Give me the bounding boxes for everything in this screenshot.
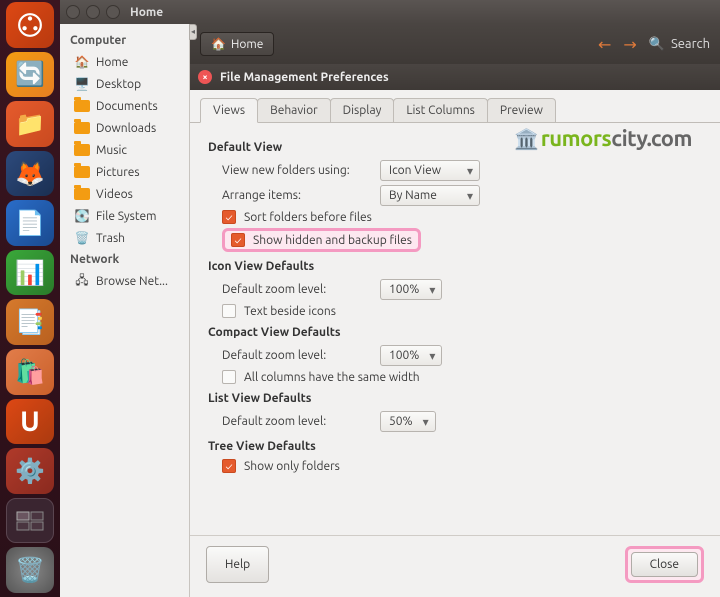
label-list-zoom: Default zoom level:: [222, 415, 372, 428]
label-view-new-folders: View new folders using:: [222, 164, 372, 177]
files-icon[interactable]: 📁: [6, 101, 54, 147]
settings-icon[interactable]: ⚙️: [6, 448, 54, 494]
label-show-only-folders: Show only folders: [244, 460, 340, 473]
sidebar-item-downloads[interactable]: Downloads: [60, 117, 189, 139]
places-sidebar: Computer 🏠Home 🖥️Desktop Documents Downl…: [60, 24, 190, 597]
unity-launcher: 🔄 📁 🦊 📄 📊 📑 🛍️ U ⚙️ 🗑️: [0, 0, 60, 597]
home-icon: 🏠: [211, 37, 226, 51]
folder-icon: [74, 98, 90, 114]
help-button[interactable]: Help: [206, 546, 269, 583]
label-compact-zoom: Default zoom level:: [222, 349, 372, 362]
sidebar-item-trash[interactable]: 🗑️Trash: [60, 227, 189, 249]
label-icon-zoom: Default zoom level:: [222, 283, 372, 296]
checkbox-sort-folders[interactable]: ✓: [222, 210, 236, 224]
sidebar-item-desktop[interactable]: 🖥️Desktop: [60, 73, 189, 95]
checkbox-show-only-folders[interactable]: ✓: [222, 459, 236, 473]
label-arrange-items: Arrange items:: [222, 189, 372, 202]
tab-preview[interactable]: Preview: [487, 98, 556, 122]
folder-icon: [74, 142, 90, 158]
watermark: 🏛️rumorscity.com: [514, 126, 692, 151]
workspace-switcher-icon[interactable]: [6, 498, 54, 544]
folder-icon: [74, 186, 90, 202]
trash-icon[interactable]: 🗑️: [6, 547, 54, 593]
highlight-close: Close: [625, 546, 704, 583]
window-titlebar: Home: [60, 0, 720, 24]
folder-icon: [74, 120, 90, 136]
select-icon-zoom[interactable]: 100%: [380, 279, 442, 300]
impress-icon[interactable]: 📑: [6, 299, 54, 345]
location-toolbar: 🏠Home ← → 🔍Search: [190, 24, 720, 64]
drive-icon: 💽: [74, 208, 90, 224]
dialog-close-icon[interactable]: ×: [198, 70, 212, 84]
trash-icon: 🗑️: [74, 230, 90, 246]
home-icon: 🏠: [74, 54, 90, 70]
select-arrange-items[interactable]: By Name: [380, 185, 480, 206]
tab-display[interactable]: Display: [330, 98, 395, 122]
tab-behavior[interactable]: Behavior: [257, 98, 331, 122]
label-all-columns: All columns have the same width: [244, 371, 420, 384]
select-list-zoom[interactable]: 50%: [380, 411, 436, 432]
section-compact-view: Compact View Defaults: [208, 326, 702, 339]
select-compact-zoom[interactable]: 100%: [380, 345, 442, 366]
dash-icon[interactable]: [6, 2, 54, 48]
label-text-beside: Text beside icons: [244, 305, 336, 318]
nav-back-icon[interactable]: ←: [598, 35, 611, 54]
nav-forward-icon[interactable]: →: [623, 35, 636, 54]
sidebar-item-pictures[interactable]: Pictures: [60, 161, 189, 183]
software-center-icon[interactable]: 🛍️: [6, 349, 54, 395]
window-maximize-icon[interactable]: [106, 5, 120, 19]
folder-icon: [74, 164, 90, 180]
search-button[interactable]: 🔍Search: [649, 37, 710, 52]
firefox-icon[interactable]: 🦊: [6, 151, 54, 197]
label-show-hidden: Show hidden and backup files: [253, 234, 412, 247]
window-title: Home: [130, 6, 163, 19]
section-icon-view: Icon View Defaults: [208, 260, 702, 273]
sidebar-collapse-handle[interactable]: ◂: [189, 24, 197, 40]
sidebar-header-network: Network: [60, 249, 189, 270]
highlight-show-hidden: ✓ Show hidden and backup files: [222, 228, 421, 252]
search-icon: 🔍: [649, 37, 665, 52]
sidebar-item-documents[interactable]: Documents: [60, 95, 189, 117]
sidebar-item-music[interactable]: Music: [60, 139, 189, 161]
close-button[interactable]: Close: [631, 552, 698, 577]
checkbox-all-columns[interactable]: [222, 370, 236, 384]
select-view-new-folders[interactable]: Icon View: [380, 160, 480, 181]
window-minimize-icon[interactable]: [86, 5, 100, 19]
dialog-titlebar: × File Management Preferences: [190, 64, 720, 90]
file-manager: Computer 🏠Home 🖥️Desktop Documents Downl…: [60, 24, 720, 597]
sidebar-item-browse-network[interactable]: 🖧Browse Net...: [60, 270, 189, 292]
checkbox-show-hidden[interactable]: ✓: [231, 233, 245, 247]
tab-views[interactable]: Views: [200, 98, 258, 123]
sidebar-item-videos[interactable]: Videos: [60, 183, 189, 205]
tab-list-columns[interactable]: List Columns: [393, 98, 487, 122]
section-tree-view: Tree View Defaults: [208, 440, 702, 453]
dialog-body: Default View View new folders using: Ico…: [190, 123, 720, 535]
main-area: 🏠Home ← → 🔍Search × File Management Pref…: [190, 24, 720, 597]
checkbox-text-beside[interactable]: [222, 304, 236, 318]
watermark-icon: 🏛️: [514, 127, 538, 150]
tab-bar: Views Behavior Display List Columns Prev…: [190, 90, 720, 123]
section-list-view: List View Defaults: [208, 392, 702, 405]
sidebar-item-home[interactable]: 🏠Home: [60, 51, 189, 73]
sidebar-header-computer: Computer: [60, 30, 189, 51]
calc-icon[interactable]: 📊: [6, 250, 54, 296]
sidebar-item-filesystem[interactable]: 💽File System: [60, 205, 189, 227]
path-home-button[interactable]: 🏠Home: [200, 32, 274, 56]
label-sort-folders: Sort folders before files: [244, 211, 372, 224]
writer-icon[interactable]: 📄: [6, 200, 54, 246]
dialog-title: File Management Preferences: [220, 71, 389, 84]
desktop-icon: 🖥️: [74, 76, 90, 92]
ubuntu-one-icon[interactable]: U: [6, 399, 54, 445]
network-icon: 🖧: [74, 273, 90, 289]
launcher-app-1[interactable]: 🔄: [6, 52, 54, 98]
dialog-footer: Help Close: [190, 535, 720, 597]
window-close-icon[interactable]: [66, 5, 80, 19]
